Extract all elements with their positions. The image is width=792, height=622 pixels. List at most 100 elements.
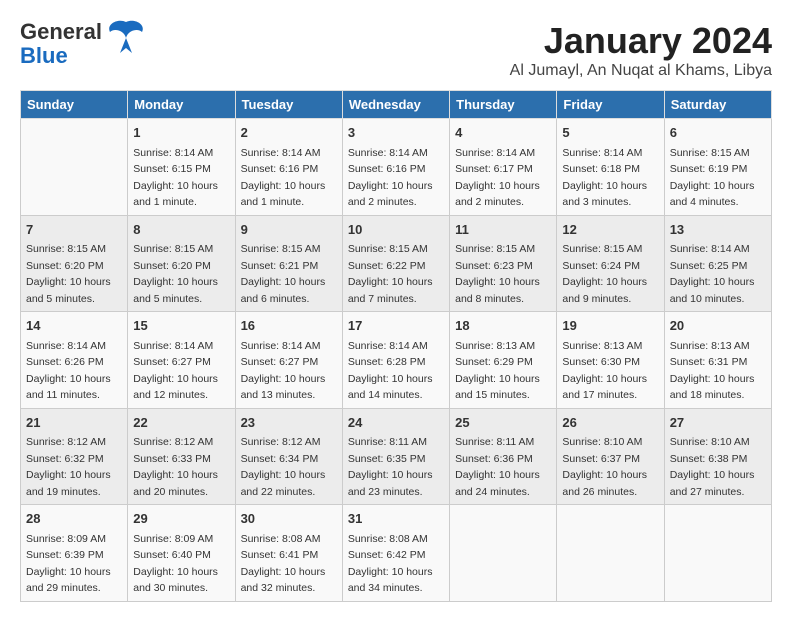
day-number: 13: [670, 220, 766, 240]
day-number: 3: [348, 123, 444, 143]
day-number: 6: [670, 123, 766, 143]
day-cell: 6 Sunrise: 8:15 AMSunset: 6:19 PMDaylight…: [664, 119, 771, 216]
day-number: 25: [455, 413, 551, 433]
day-info: Sunrise: 8:13 AMSunset: 6:31 PMDaylight:…: [670, 340, 755, 402]
day-number: 23: [241, 413, 337, 433]
day-number: 5: [562, 123, 658, 143]
page-header: General Blue January 2024 Al Jumayl, An …: [20, 20, 772, 80]
day-number: 20: [670, 316, 766, 336]
day-cell: 31Sunrise: 8:08 AMSunset: 6:42 PMDayligh…: [342, 505, 449, 602]
day-number: 7: [26, 220, 122, 240]
title-block: January 2024 Al Jumayl, An Nuqat al Kham…: [510, 20, 772, 80]
day-number: 29: [133, 509, 229, 529]
day-cell: 20 Sunrise: 8:13 AMSunset: 6:31 PMDayligh…: [664, 312, 771, 409]
day-number: 11: [455, 220, 551, 240]
day-info: Sunrise: 8:12 AMSunset: 6:33 PMDaylight:…: [133, 436, 218, 498]
day-cell: 26 Sunrise: 8:10 AMSunset: 6:37 PMDayligh…: [557, 408, 664, 505]
day-info: Sunrise: 8:12 AMSunset: 6:34 PMDaylight:…: [241, 436, 326, 498]
day-number: 17: [348, 316, 444, 336]
day-cell: 19 Sunrise: 8:13 AMSunset: 6:30 PMDayligh…: [557, 312, 664, 409]
day-info: Sunrise: 8:14 AMSunset: 6:27 PMDaylight:…: [133, 340, 218, 402]
day-number: 16: [241, 316, 337, 336]
day-number: 24: [348, 413, 444, 433]
day-info: Sunrise: 8:08 AMSunset: 6:42 PMDaylight:…: [348, 533, 433, 595]
week-row-1: 1 Sunrise: 8:14 AMSunset: 6:15 PMDaylight…: [21, 119, 772, 216]
day-cell: 29 Sunrise: 8:09 AMSunset: 6:40 PMDayligh…: [128, 505, 235, 602]
day-cell: 23 Sunrise: 8:12 AMSunset: 6:34 PMDayligh…: [235, 408, 342, 505]
day-number: 18: [455, 316, 551, 336]
day-info: Sunrise: 8:13 AMSunset: 6:30 PMDaylight:…: [562, 340, 647, 402]
day-info: Sunrise: 8:11 AMSunset: 6:36 PMDaylight:…: [455, 436, 540, 498]
day-number: 19: [562, 316, 658, 336]
day-info: Sunrise: 8:14 AMSunset: 6:16 PMDaylight:…: [348, 147, 433, 209]
header-cell-saturday: Saturday: [664, 91, 771, 119]
day-cell: 8Sunrise: 8:15 AMSunset: 6:20 PMDaylight…: [128, 215, 235, 312]
day-info: Sunrise: 8:14 AMSunset: 6:15 PMDaylight:…: [133, 147, 218, 209]
day-cell: [21, 119, 128, 216]
week-row-4: 21Sunrise: 8:12 AMSunset: 6:32 PMDayligh…: [21, 408, 772, 505]
day-number: 1: [133, 123, 229, 143]
day-cell: 24 Sunrise: 8:11 AMSunset: 6:35 PMDayligh…: [342, 408, 449, 505]
header-row: SundayMondayTuesdayWednesdayThursdayFrid…: [21, 91, 772, 119]
day-cell: 4 Sunrise: 8:14 AMSunset: 6:17 PMDaylight…: [450, 119, 557, 216]
day-cell: 28 Sunrise: 8:09 AMSunset: 6:39 PMDayligh…: [21, 505, 128, 602]
day-info: Sunrise: 8:14 AMSunset: 6:26 PMDaylight:…: [26, 340, 111, 402]
day-number: 15: [133, 316, 229, 336]
day-info: Sunrise: 8:09 AMSunset: 6:39 PMDaylight:…: [26, 533, 111, 595]
day-cell: 9 Sunrise: 8:15 AMSunset: 6:21 PMDaylight…: [235, 215, 342, 312]
day-cell: 30 Sunrise: 8:08 AMSunset: 6:41 PMDayligh…: [235, 505, 342, 602]
day-info: Sunrise: 8:15 AMSunset: 6:24 PMDaylight:…: [562, 243, 647, 305]
logo-bird-icon: [106, 18, 146, 63]
day-info: Sunrise: 8:14 AMSunset: 6:25 PMDaylight:…: [670, 243, 755, 305]
day-cell: 11Sunrise: 8:15 AMSunset: 6:23 PMDayligh…: [450, 215, 557, 312]
header-cell-friday: Friday: [557, 91, 664, 119]
week-row-3: 14 Sunrise: 8:14 AMSunset: 6:26 PMDayligh…: [21, 312, 772, 409]
day-cell: [450, 505, 557, 602]
logo-blue: Blue: [20, 44, 102, 68]
day-number: 22: [133, 413, 229, 433]
day-cell: 16Sunrise: 8:14 AMSunset: 6:27 PMDayligh…: [235, 312, 342, 409]
day-cell: [664, 505, 771, 602]
logo: General Blue: [20, 20, 146, 68]
day-cell: 15 Sunrise: 8:14 AMSunset: 6:27 PMDayligh…: [128, 312, 235, 409]
day-cell: 7 Sunrise: 8:15 AMSunset: 6:20 PMDaylight…: [21, 215, 128, 312]
day-number: 4: [455, 123, 551, 143]
day-info: Sunrise: 8:15 AMSunset: 6:21 PMDaylight:…: [241, 243, 326, 305]
logo-general: General: [20, 20, 102, 44]
day-cell: 14 Sunrise: 8:14 AMSunset: 6:26 PMDayligh…: [21, 312, 128, 409]
day-info: Sunrise: 8:10 AMSunset: 6:37 PMDaylight:…: [562, 436, 647, 498]
day-cell: 2Sunrise: 8:14 AMSunset: 6:16 PMDaylight…: [235, 119, 342, 216]
day-info: Sunrise: 8:12 AMSunset: 6:32 PMDaylight:…: [26, 436, 111, 498]
day-info: Sunrise: 8:15 AMSunset: 6:22 PMDaylight:…: [348, 243, 433, 305]
day-number: 26: [562, 413, 658, 433]
day-info: Sunrise: 8:15 AMSunset: 6:19 PMDaylight:…: [670, 147, 755, 209]
day-number: 14: [26, 316, 122, 336]
day-cell: 1 Sunrise: 8:14 AMSunset: 6:15 PMDaylight…: [128, 119, 235, 216]
day-number: 12: [562, 220, 658, 240]
day-cell: 17Sunrise: 8:14 AMSunset: 6:28 PMDayligh…: [342, 312, 449, 409]
week-row-2: 7 Sunrise: 8:15 AMSunset: 6:20 PMDaylight…: [21, 215, 772, 312]
day-info: Sunrise: 8:11 AMSunset: 6:35 PMDaylight:…: [348, 436, 433, 498]
day-number: 27: [670, 413, 766, 433]
day-cell: 21Sunrise: 8:12 AMSunset: 6:32 PMDayligh…: [21, 408, 128, 505]
day-number: 30: [241, 509, 337, 529]
day-info: Sunrise: 8:09 AMSunset: 6:40 PMDaylight:…: [133, 533, 218, 595]
month-title: January 2024: [510, 20, 772, 62]
day-info: Sunrise: 8:14 AMSunset: 6:17 PMDaylight:…: [455, 147, 540, 209]
header-cell-thursday: Thursday: [450, 91, 557, 119]
day-info: Sunrise: 8:15 AMSunset: 6:20 PMDaylight:…: [26, 243, 111, 305]
day-info: Sunrise: 8:08 AMSunset: 6:41 PMDaylight:…: [241, 533, 326, 595]
day-info: Sunrise: 8:14 AMSunset: 6:18 PMDaylight:…: [562, 147, 647, 209]
day-cell: 22 Sunrise: 8:12 AMSunset: 6:33 PMDayligh…: [128, 408, 235, 505]
day-number: 9: [241, 220, 337, 240]
header-cell-wednesday: Wednesday: [342, 91, 449, 119]
week-row-5: 28 Sunrise: 8:09 AMSunset: 6:39 PMDayligh…: [21, 505, 772, 602]
location: Al Jumayl, An Nuqat al Khams, Libya: [510, 62, 772, 80]
day-cell: 10Sunrise: 8:15 AMSunset: 6:22 PMDayligh…: [342, 215, 449, 312]
day-number: 28: [26, 509, 122, 529]
header-cell-monday: Monday: [128, 91, 235, 119]
day-info: Sunrise: 8:10 AMSunset: 6:38 PMDaylight:…: [670, 436, 755, 498]
day-cell: 25 Sunrise: 8:11 AMSunset: 6:36 PMDayligh…: [450, 408, 557, 505]
calendar-table: SundayMondayTuesdayWednesdayThursdayFrid…: [20, 90, 772, 602]
header-cell-sunday: Sunday: [21, 91, 128, 119]
